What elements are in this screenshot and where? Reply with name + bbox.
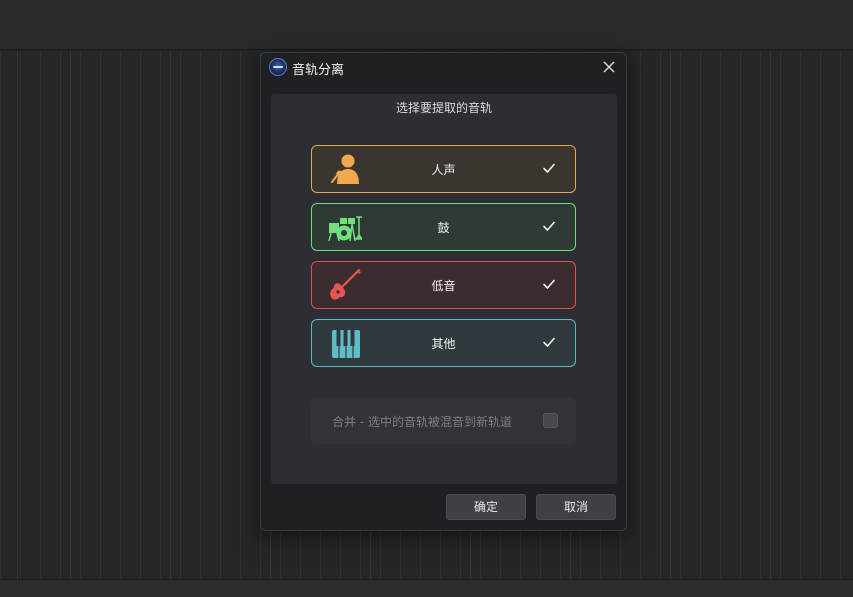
stem-option-bass[interactable]: 低音 — [311, 261, 576, 309]
ok-button[interactable]: 确定 — [446, 494, 526, 520]
stem-label-bass: 低音 — [431, 279, 456, 293]
close-icon — [603, 61, 615, 73]
merge-option-row: 合并 - 选中的音轨被混音到新轨道 — [311, 397, 576, 444]
stem-label-drums: 鼓 — [437, 221, 450, 235]
dialog-title: 音轨分离 — [292, 63, 345, 78]
panel-title: 选择要提取的音轨 — [395, 101, 492, 115]
close-button[interactable] — [600, 58, 618, 76]
cancel-button[interactable]: 取消 — [536, 494, 616, 520]
stem-option-vocals[interactable]: 人声 — [311, 145, 576, 193]
checkmark-icon — [543, 279, 555, 289]
stem-option-other[interactable]: 其他 — [311, 319, 576, 367]
dialog-titlebar: 音轨分离 — [261, 53, 626, 83]
merge-option-label: 合并 - 选中的音轨被混音到新轨道 — [332, 415, 512, 429]
stem-label-other: 其他 — [431, 337, 456, 351]
app-logo-icon — [269, 58, 287, 76]
stem-label-vocals: 人声 — [431, 163, 456, 177]
app-toolbar-background — [0, 0, 853, 50]
app-statusbar-background — [0, 579, 853, 597]
stem-selection-panel: 选择要提取的音轨 人声 鼓 低音 其他 合并 - 选中的音轨被混音到新轨道 — [271, 94, 617, 484]
checkmark-icon — [543, 337, 555, 347]
checkmark-icon — [543, 221, 555, 231]
checkmark-icon — [543, 163, 555, 173]
stem-option-drums[interactable]: 鼓 — [311, 203, 576, 251]
stem-separation-dialog: 音轨分离 选择要提取的音轨 人声 鼓 低音 其他 合并 - 选中的音轨被混音到新… — [260, 52, 627, 531]
merge-checkbox[interactable] — [543, 413, 558, 428]
